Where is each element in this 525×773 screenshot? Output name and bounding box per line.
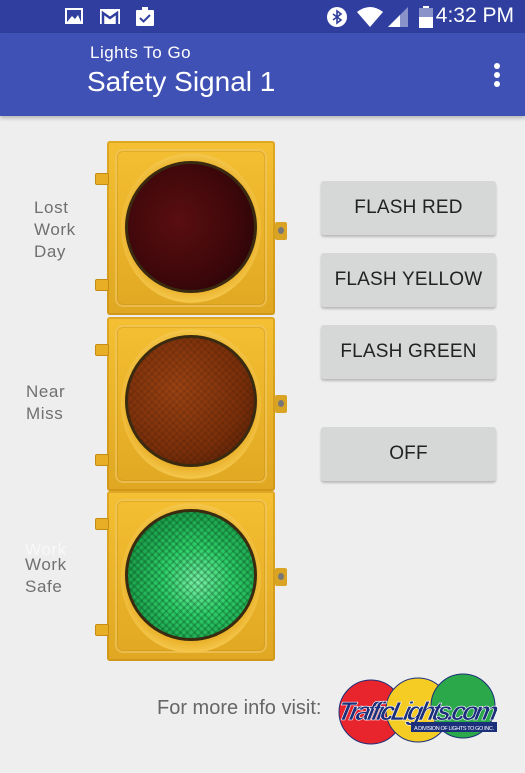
logo-tagline: A DIVISION OF LIGHTS TO GO INC. [414,726,494,732]
hinge [95,173,109,185]
cell-signal-icon [388,7,408,27]
battery-icon [419,6,433,28]
flash-red-button[interactable]: FLASH RED [321,181,496,235]
gmail-icon [100,9,120,24]
wifi-icon [357,7,383,27]
traffic-signal [95,141,290,661]
hinge [95,454,109,466]
lamp-yellow [125,335,257,467]
flash-yellow-button[interactable]: FLASH YELLOW [321,253,496,307]
housing-red [107,141,275,315]
trafficlights-logo[interactable]: TrafficLights.com A DIVISION OF LIGHTS T… [333,670,503,746]
hinge [95,624,109,636]
flash-green-button[interactable]: FLASH GREEN [321,325,496,379]
housing-yellow [107,317,275,491]
clipboard-check-icon [136,7,154,26]
label-work-safe: Work Safe [25,555,67,596]
logo-text: TrafficLights.com [335,696,501,726]
lamp-red [125,161,257,293]
app-subtitle: Lights To Go [90,43,192,62]
app-bar: Lights To Go Safety Signal 1 [0,33,525,116]
label-near-miss: Near Miss [26,382,66,423]
app-title: Safety Signal 1 [87,66,276,97]
more-vert-icon[interactable] [491,63,503,89]
status-bar: 4:32 PM [0,0,525,33]
off-button[interactable]: OFF [321,427,496,481]
latch [275,395,287,413]
latch [275,568,287,586]
lamp-green [125,509,257,641]
footer-text: For more info visit: [157,697,322,719]
bluetooth-icon [327,7,347,27]
latch [275,222,287,240]
hinge [95,344,109,356]
hinge [95,518,109,530]
hinge [95,279,109,291]
housing-green [107,491,275,661]
gallery-icon [65,8,83,24]
label-lost-work-day: Lost Work Day [34,198,76,261]
status-time: 4:32 PM [435,4,514,27]
